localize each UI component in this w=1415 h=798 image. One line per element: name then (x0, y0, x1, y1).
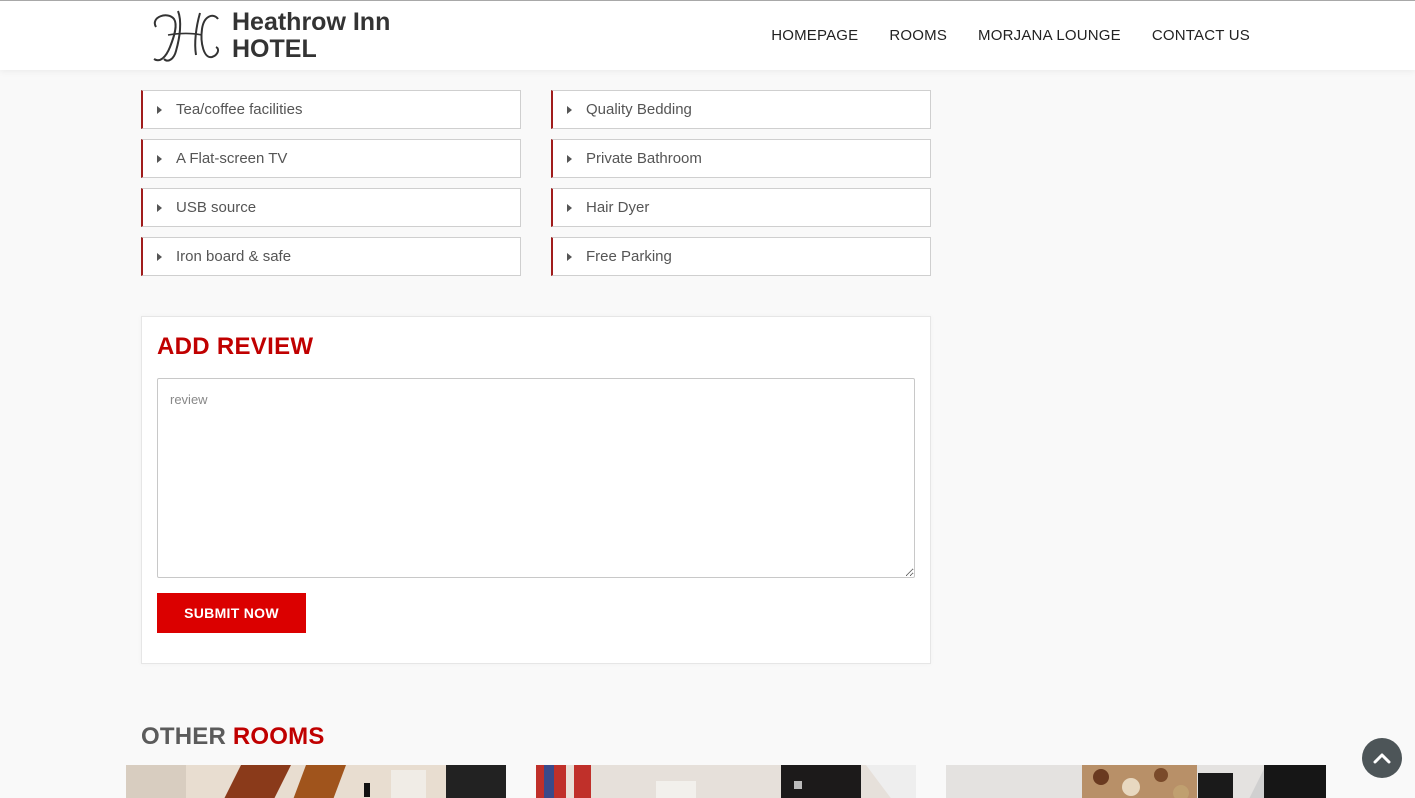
nav-contact-us[interactable]: CONTACT US (1152, 27, 1250, 44)
feature-label: USB source (176, 199, 257, 216)
main-nav: HOMEPAGE ROOMS MORJANA LOUNGE CONTACT US (771, 27, 1250, 44)
caret-right-icon (567, 105, 572, 114)
feature-label: Tea/coffee facilities (176, 101, 303, 118)
caret-right-icon (157, 105, 162, 114)
other-rooms-heading: OTHER ROOMS (141, 723, 325, 751)
feature-item: Free Parking (551, 237, 931, 276)
other-rooms-heading-part1: OTHER (141, 723, 226, 750)
logo-name: Heathrow Inn (232, 8, 391, 36)
site-header: Heathrow Inn HOTEL HOMEPAGE ROOMS MORJAN… (0, 0, 1415, 70)
room-card[interactable] (946, 765, 1326, 798)
scroll-to-top-button[interactable] (1362, 738, 1402, 778)
room-photo-1 (126, 765, 506, 798)
other-rooms-heading-part2: ROOMS (232, 723, 325, 750)
feature-item: Private Bathroom (551, 139, 931, 178)
caret-right-icon (567, 154, 572, 163)
room-card[interactable] (126, 765, 506, 798)
feature-label: Private Bathroom (586, 150, 702, 167)
room-photo-3 (946, 765, 1326, 798)
feature-item: Hair Dyer (551, 188, 931, 227)
chevron-up-icon (1373, 753, 1391, 764)
add-review-heading: ADD REVIEW (157, 333, 314, 360)
caret-right-icon (567, 252, 572, 261)
room-photo-2 (536, 765, 916, 798)
caret-right-icon (157, 252, 162, 261)
nav-homepage[interactable]: HOMEPAGE (771, 27, 858, 44)
feature-item: Iron board & safe (141, 237, 521, 276)
room-features-list: Tea/coffee facilities Quality Bedding A … (141, 90, 931, 276)
nav-morjana-lounge[interactable]: MORJANA LOUNGE (978, 27, 1121, 44)
add-review-panel: ADD REVIEW SUBMIT NOW (141, 316, 931, 664)
feature-label: Hair Dyer (586, 199, 650, 216)
feature-label: Iron board & safe (176, 248, 292, 265)
feature-item: Quality Bedding (551, 90, 931, 129)
room-card[interactable] (536, 765, 916, 798)
logo[interactable]: Heathrow Inn HOTEL (148, 7, 390, 65)
review-textarea[interactable] (157, 378, 915, 578)
caret-right-icon (157, 154, 162, 163)
logo-subtitle: HOTEL (232, 35, 317, 63)
feature-item: USB source (141, 188, 521, 227)
caret-right-icon (157, 203, 162, 212)
feature-label: A Flat-screen TV (176, 150, 288, 167)
feature-label: Quality Bedding (586, 101, 692, 118)
caret-right-icon (567, 203, 572, 212)
feature-item: Tea/coffee facilities (141, 90, 521, 129)
feature-label: Free Parking (586, 248, 672, 265)
nav-rooms[interactable]: ROOMS (889, 27, 947, 44)
logo-monogram-icon (153, 10, 220, 62)
submit-review-button[interactable]: SUBMIT NOW (157, 593, 306, 633)
feature-item: A Flat-screen TV (141, 139, 521, 178)
